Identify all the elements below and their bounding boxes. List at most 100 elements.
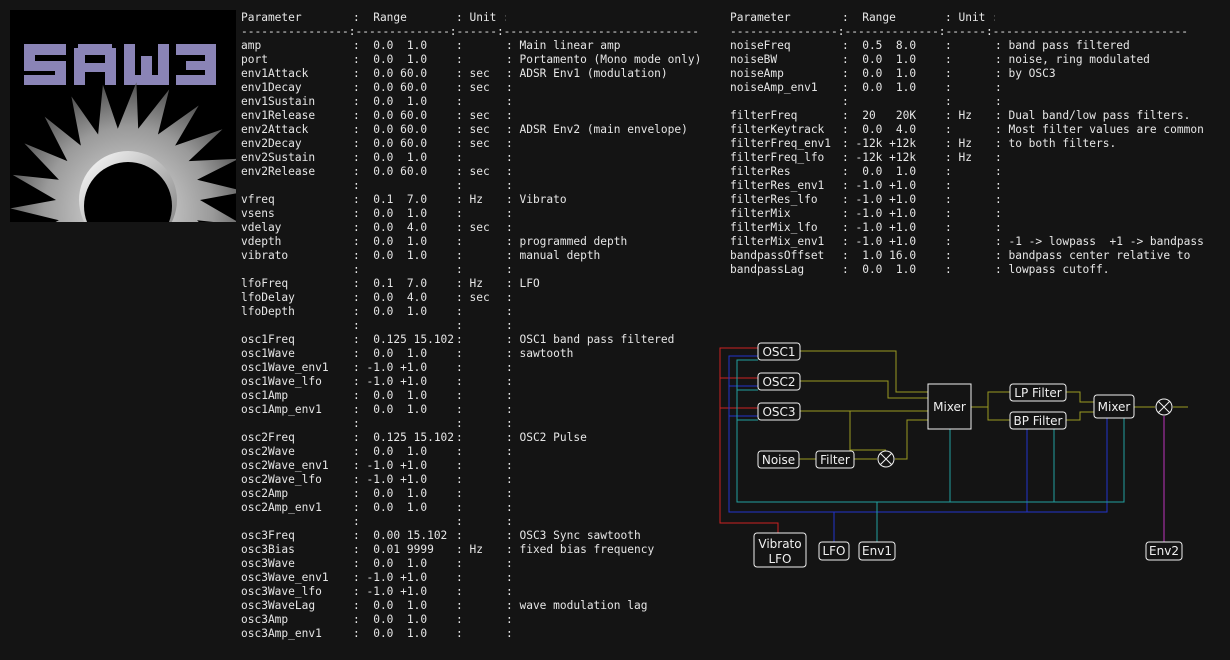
table-row: osc3Wave_env1: -1.0 +1.0:: bbox=[241, 571, 716, 585]
range-cell: : 0.1 7.0 bbox=[353, 193, 428, 206]
unit-cell: : bbox=[945, 95, 952, 108]
range-cell: : 0.0 1.0 bbox=[842, 67, 917, 80]
range-cell: : 0.0 60.0 bbox=[353, 81, 428, 94]
table-row: osc3Amp_env1: 0.0 1.0:: bbox=[241, 627, 716, 641]
description-cell: : manual depth bbox=[506, 249, 601, 262]
unit-cell: : bbox=[456, 417, 463, 430]
range-cell: : 0.0 60.0 bbox=[353, 165, 428, 178]
param-name-cell: osc3Bias bbox=[241, 543, 295, 556]
param-name-cell: env1Attack bbox=[241, 67, 309, 80]
description-cell: : bbox=[506, 305, 513, 318]
param-name-cell: noiseAmp bbox=[730, 67, 784, 80]
range-cell: : bbox=[353, 319, 360, 332]
description-cell: : -1 -> lowpass +1 -> bandpass bbox=[995, 235, 1204, 248]
range-cell: : 0.00 15.102 bbox=[353, 529, 448, 542]
description-cell: : bbox=[506, 151, 513, 164]
param-name-cell: noiseAmp_env1 bbox=[730, 81, 818, 94]
description-cell: : bbox=[506, 165, 513, 178]
unit-cell: : Hz bbox=[945, 109, 972, 122]
unit-cell: : Unit : bbox=[456, 11, 506, 24]
table-row: lfoDepth: 0.0 1.0:: bbox=[241, 305, 716, 319]
unit-cell: : bbox=[945, 123, 952, 136]
param-name-cell: filterFreq_env1 bbox=[730, 137, 832, 150]
table-separator: ----------------:--------------:------:-… bbox=[241, 25, 700, 38]
unit-cell: : bbox=[456, 389, 463, 402]
range-cell: : bbox=[842, 95, 849, 108]
param-name-cell: env2Attack bbox=[241, 123, 309, 136]
param-name-cell: osc2Wave bbox=[241, 445, 295, 458]
wire-ring-mixer bbox=[895, 419, 928, 460]
param-name-cell: vdelay bbox=[241, 221, 282, 234]
wire-filters-mixer2 bbox=[1066, 391, 1094, 421]
description-cell: : fixed bias frequency bbox=[506, 543, 655, 556]
unit-cell: : bbox=[456, 249, 463, 262]
description-cell: : bbox=[995, 179, 1002, 192]
table-row: osc2Freq: 0.125 15.102:: OSC2 Pulse bbox=[241, 431, 716, 445]
table-row: filterFreq_env1: -12k +12k: Hz: to both … bbox=[730, 137, 1215, 151]
description-cell: : bbox=[506, 459, 513, 472]
description-cell: : bbox=[995, 221, 1002, 234]
param-name-cell: env2Release bbox=[241, 165, 316, 178]
range-cell: : 0.0 60.0 bbox=[353, 109, 428, 122]
table-row: osc2Wave_lfo: -1.0 +1.0:: bbox=[241, 473, 716, 487]
table-row: env1Release: 0.0 60.0: sec: bbox=[241, 109, 716, 123]
unit-cell: : bbox=[456, 501, 463, 514]
unit-cell: : bbox=[456, 53, 463, 66]
table-row: osc3Bias: 0.01 9999: Hz: fixed bias freq… bbox=[241, 543, 716, 557]
range-cell: : -1.0 +1.0 bbox=[842, 193, 917, 206]
range-cell: : -1.0 +1.0 bbox=[353, 585, 428, 598]
param-name-cell: filterRes bbox=[730, 165, 791, 178]
description-cell: : bbox=[995, 95, 1002, 108]
noise-label: Noise bbox=[762, 453, 795, 467]
table-row: vdelay: 0.0 4.0: sec: bbox=[241, 221, 716, 235]
table-row: ::: bbox=[241, 417, 716, 431]
param-name-cell: osc3Amp bbox=[241, 613, 289, 626]
unit-cell: : bbox=[945, 221, 952, 234]
filter-label: Filter bbox=[820, 453, 850, 467]
param-name-cell: filterMix bbox=[730, 207, 791, 220]
param-name-cell: osc2Wave_lfo bbox=[241, 473, 322, 486]
range-cell: : 0.0 1.0 bbox=[842, 165, 917, 178]
description-cell: : ADSR Env1 (modulation) bbox=[506, 67, 668, 80]
description-cell: : bbox=[506, 571, 513, 584]
param-name-cell: osc2Wave_env1 bbox=[241, 459, 329, 472]
param-name-cell: osc3Wave_env1 bbox=[241, 571, 329, 584]
param-name-cell: osc2Amp_env1 bbox=[241, 501, 322, 514]
range-cell: : 1.0 16.0 bbox=[842, 249, 917, 262]
description-cell: : LFO bbox=[506, 277, 540, 290]
osc1-label: OSC1 bbox=[762, 345, 795, 359]
range-cell: : 0.1 7.0 bbox=[353, 277, 428, 290]
range-cell: : 0.0 1.0 bbox=[353, 389, 428, 402]
range-cell: : bbox=[353, 179, 360, 192]
description-cell: : Portamento (Mono mode only) bbox=[506, 53, 702, 66]
unit-cell: : bbox=[456, 403, 463, 416]
range-cell: : 0.125 15.102 bbox=[353, 431, 455, 444]
wire-osc3-ring bbox=[849, 411, 886, 451]
description-cell: : lowpass cutoff. bbox=[995, 263, 1110, 276]
env1-label: Env1 bbox=[862, 544, 892, 558]
unit-cell: : bbox=[456, 95, 463, 108]
description-cell: : programmed depth bbox=[506, 235, 628, 248]
range-cell: : -12k +12k bbox=[842, 137, 917, 150]
table-row: ::: bbox=[241, 319, 716, 333]
description-cell: : bbox=[995, 193, 1002, 206]
table-header: Parameter: Range: Unit : bbox=[241, 11, 716, 25]
param-name-cell: Parameter bbox=[730, 11, 791, 24]
param-name-cell: lfoFreq bbox=[241, 277, 289, 290]
description-cell: : bbox=[506, 515, 513, 528]
bp-filter-label: BP Filter bbox=[1013, 414, 1062, 428]
description-cell: : by OSC3 bbox=[995, 67, 1056, 80]
range-cell: : 0.5 8.0 bbox=[842, 39, 917, 52]
unit-cell: : bbox=[456, 487, 463, 500]
description-cell: : bbox=[506, 557, 513, 570]
parameter-table-left: Parameter: Range: Unit : ----------------… bbox=[241, 11, 716, 641]
param-name-cell: lfoDelay bbox=[241, 291, 295, 304]
table-row: noiseAmp: 0.0 1.0:: by OSC3 bbox=[730, 67, 1215, 81]
table-row: filterRes_lfo: -1.0 +1.0:: bbox=[730, 193, 1215, 207]
description-cell: : noise, ring modulated bbox=[995, 53, 1150, 66]
unit-cell: : bbox=[456, 627, 463, 640]
range-cell: : 0.0 60.0 bbox=[353, 67, 428, 80]
table-row: noiseAmp_env1: 0.0 1.0:: bbox=[730, 81, 1215, 95]
param-name-cell: osc1Amp bbox=[241, 389, 289, 402]
unit-cell: : sec bbox=[456, 221, 490, 234]
